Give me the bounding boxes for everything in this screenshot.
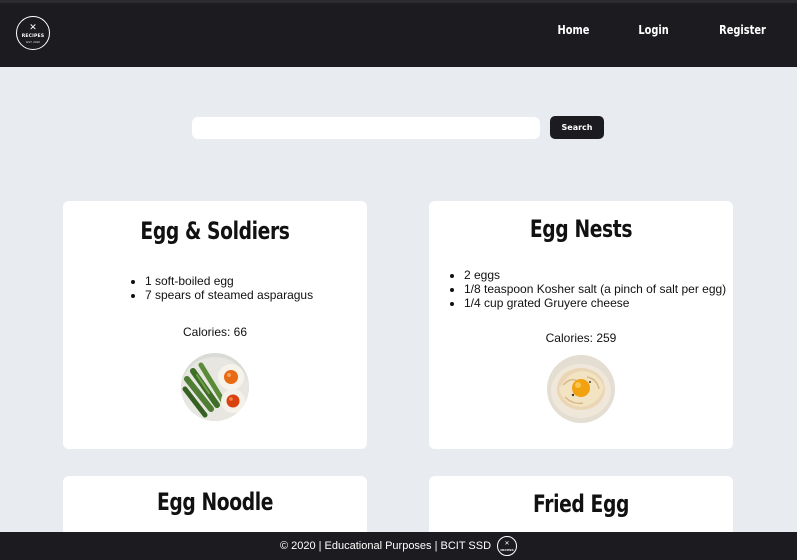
footer: © 2020 | Educational Purposes | BCIT SSD… (0, 532, 797, 560)
ingredient-item: 1/4 cup grated Gruyere cheese (464, 296, 726, 310)
nav-register-link[interactable]: Register (719, 23, 766, 37)
footer-logo: ✕ RECIPES (497, 536, 518, 556)
fork-knife-icon: ✕ (504, 541, 510, 547)
fork-knife-icon: ✕ (29, 22, 37, 32)
navbar: ✕ RECIPES EST. 2020 Home Login Register (0, 0, 797, 67)
recipe-title: Egg & Soldiers (140, 217, 290, 245)
recipes-logo[interactable]: ✕ RECIPES EST. 2020 (16, 16, 50, 50)
nav-login-link[interactable]: Login (638, 23, 668, 37)
ingredient-item: 7 spears of steamed asparagus (145, 288, 313, 302)
recipe-title: Egg Nests (529, 215, 633, 243)
recipe-image-asparagus-eggs (181, 353, 249, 421)
nav-links: Home Login Register (554, 23, 771, 37)
nav-home-link[interactable]: Home (557, 23, 589, 37)
logo-text: RECIPES (21, 34, 45, 39)
recipe-title: Egg Noodle (156, 488, 274, 516)
recipe-card-egg-nests[interactable]: Egg Nests 2 eggs 1/8 teaspoon Kosher sal… (429, 201, 733, 449)
recipe-image-egg-nest (547, 355, 615, 423)
ingredient-list: 1 soft-boiled egg 7 spears of steamed as… (145, 274, 313, 302)
calories-label: Calories: 259 (545, 331, 617, 345)
footer-text: © 2020 | Educational Purposes | BCIT SSD (279, 540, 492, 552)
recipe-card-egg-soldiers[interactable]: Egg & Soldiers 1 soft-boiled egg 7 spear… (63, 201, 367, 449)
calories-label: Calories: 66 (182, 325, 248, 339)
recipe-title: Fried Egg (533, 490, 629, 518)
footer-logo-text: RECIPES (500, 548, 514, 552)
search-input[interactable] (192, 117, 540, 139)
ingredient-item: 1/8 teaspoon Kosher salt (a pinch of sal… (464, 282, 726, 296)
ingredient-item: 2 eggs (464, 268, 726, 282)
logo-subtext: EST. 2020 (26, 40, 40, 44)
ingredient-list: 2 eggs 1/8 teaspoon Kosher salt (a pinch… (464, 268, 726, 310)
search-button[interactable]: Search (550, 116, 604, 139)
ingredient-item: 1 soft-boiled egg (145, 274, 313, 288)
